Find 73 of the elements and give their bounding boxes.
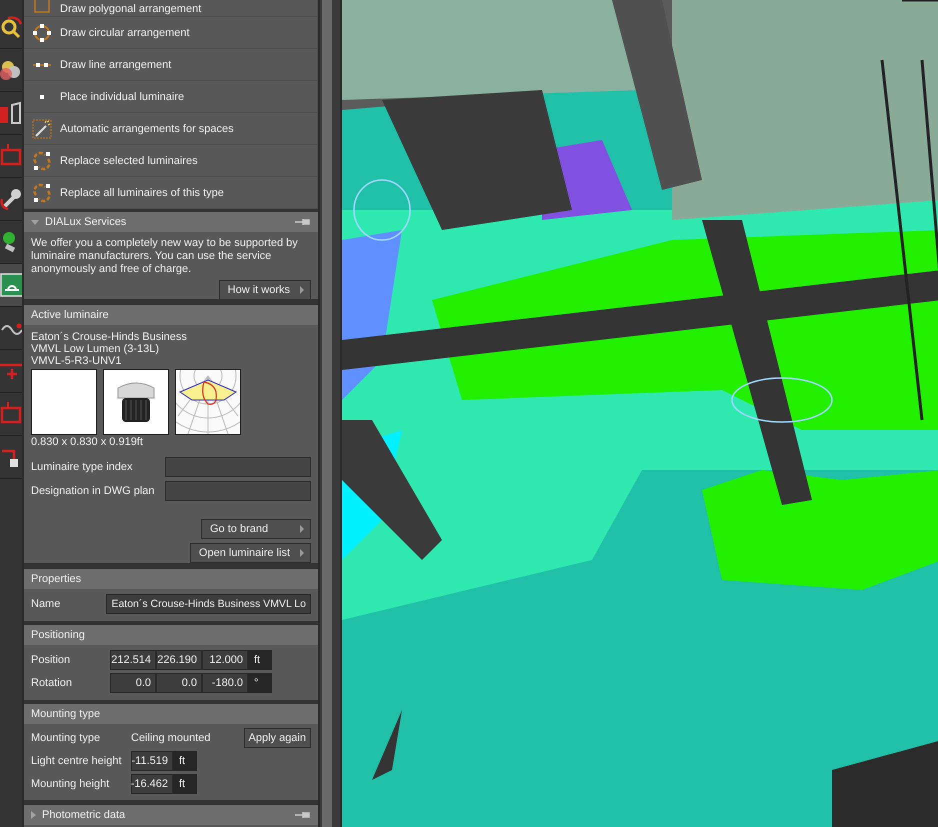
section-title: DIALux Services bbox=[45, 216, 128, 228]
number-field[interactable]: 12.000 bbox=[202, 650, 248, 670]
number-field[interactable]: -16.462 bbox=[131, 774, 173, 794]
3d-scene-drawing[interactable] bbox=[342, 0, 938, 827]
field-label: Name bbox=[31, 598, 62, 610]
luminaire-name: Eaton´s Crouse-Hinds Business VMVL Low Lumen (3-13L) VMVL-5-R3-UNV1 bbox=[31, 331, 188, 367]
action-button[interactable]: Open luminaire list bbox=[190, 543, 311, 563]
text-input[interactable] bbox=[165, 481, 311, 501]
pin-icon[interactable] bbox=[295, 811, 311, 819]
unit-label: ft bbox=[173, 774, 197, 794]
toolbar-button[interactable] bbox=[0, 264, 22, 307]
field-label: Luminaire type index bbox=[31, 461, 134, 473]
section-title: Positioning bbox=[31, 629, 86, 641]
mounting-value: Ceiling mounted bbox=[131, 732, 212, 744]
replace-arrows-icon bbox=[32, 150, 52, 170]
number-field[interactable]: -11.519 bbox=[131, 751, 173, 771]
polar-diagram-drawing bbox=[175, 369, 241, 435]
apply-again-button[interactable]: Apply again bbox=[244, 728, 311, 748]
section-title: Mounting type bbox=[31, 708, 102, 720]
arrangement-tool-item[interactable]: Automatic arrangements for spaces bbox=[24, 113, 318, 145]
number-field[interactable]: 0.0 bbox=[110, 673, 156, 693]
replace-arrows-icon bbox=[32, 182, 52, 202]
wrench-icon bbox=[0, 187, 22, 211]
logo-placeholder bbox=[31, 369, 97, 435]
caret-icon bbox=[300, 286, 304, 294]
field-label: Mounting type bbox=[31, 732, 102, 744]
action-button[interactable]: How it works bbox=[218, 280, 311, 299]
unit-label: ° bbox=[248, 673, 272, 693]
field-label: Position bbox=[31, 654, 72, 666]
door-icon bbox=[0, 101, 22, 125]
pin-icon[interactable] bbox=[295, 218, 311, 226]
unit-label: ft bbox=[173, 751, 197, 771]
arrangement-tool-item[interactable]: Draw circular arrangement bbox=[24, 17, 318, 49]
sign-icon bbox=[0, 273, 22, 297]
unit-label: ft bbox=[248, 650, 272, 670]
section-title: Photometric data bbox=[42, 809, 126, 821]
arrangement-tool-item[interactable]: Draw line arrangement bbox=[24, 49, 318, 81]
action-button[interactable]: Go to brand bbox=[201, 519, 311, 539]
field-label: Designation in DWG plan bbox=[31, 485, 156, 497]
section-title: Active luminaire bbox=[31, 309, 110, 321]
section-header[interactable]: Properties bbox=[24, 569, 318, 589]
magnifier-icon bbox=[0, 15, 22, 39]
field-label: Rotation bbox=[31, 677, 73, 689]
section-header[interactable]: Mounting type bbox=[24, 704, 318, 724]
frame-icon bbox=[0, 402, 22, 426]
luminaire-dimensions: 0.830 x 0.830 x 0.919ft bbox=[31, 436, 144, 448]
frame-icon bbox=[0, 144, 22, 168]
luminaire-drawing bbox=[103, 369, 169, 435]
caret-icon bbox=[300, 549, 304, 557]
number-field[interactable]: 226.190 bbox=[156, 650, 202, 670]
section-title: Properties bbox=[31, 573, 82, 585]
section-header[interactable]: Photometric data bbox=[24, 805, 318, 825]
section-header[interactable]: Positioning bbox=[24, 625, 318, 645]
circles-icon bbox=[0, 58, 22, 82]
magic-wand-icon bbox=[32, 118, 52, 138]
field-label: Light centre height bbox=[31, 755, 123, 767]
caret-icon bbox=[300, 525, 304, 533]
number-field[interactable]: 0.0 bbox=[156, 673, 202, 693]
circle-dots-icon bbox=[32, 22, 52, 42]
number-field[interactable]: 212.514 bbox=[110, 650, 156, 670]
section-header[interactable]: DIALux Services bbox=[24, 212, 318, 232]
number-field[interactable]: -180.0 bbox=[202, 673, 248, 693]
scrollbar[interactable] bbox=[322, 0, 332, 827]
text-input[interactable] bbox=[165, 457, 311, 477]
arrangement-tool-item[interactable]: Place individual luminaire bbox=[24, 81, 318, 113]
section-header[interactable]: Active luminaire bbox=[24, 305, 318, 325]
arrangement-tool-item[interactable]: Draw polygonal arrangement bbox=[24, 0, 318, 17]
polygon-dots-icon bbox=[32, 0, 52, 15]
field-label: Mounting height bbox=[31, 778, 110, 790]
line-dots-icon bbox=[33, 62, 51, 66]
arrangement-tool-item[interactable]: Replace selected luminaires bbox=[24, 145, 318, 177]
name-field[interactable]: Eaton´s Crouse-Hinds Business VMVL Lo bbox=[106, 594, 311, 614]
services-description: We offer you a completely new way to be supported by luminaire manufacturers. You can use the service anonymously and free of charge. bbox=[31, 237, 299, 276]
